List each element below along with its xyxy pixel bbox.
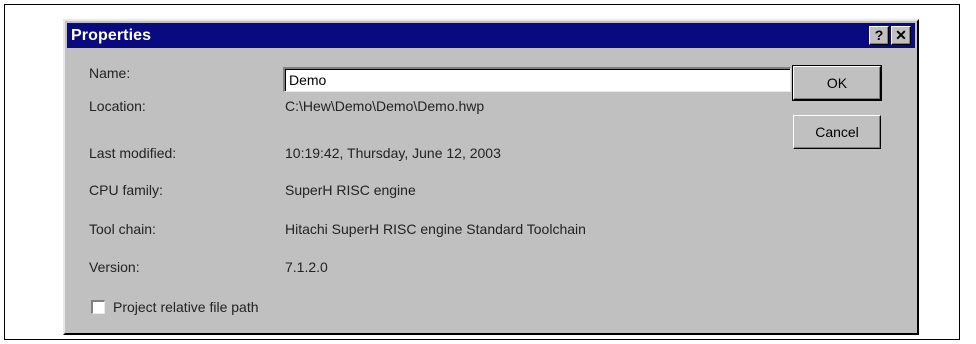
last-modified-value: 10:19:42, Thursday, June 12, 2003 (285, 145, 501, 161)
tool-chain-value: Hitachi SuperH RISC engine Standard Tool… (285, 221, 586, 237)
ok-button[interactable]: OK (792, 65, 882, 101)
properties-dialog: Properties ? ✕ Name: Location: C:\Hew\De… (63, 19, 919, 335)
dialog-title: Properties (71, 27, 152, 44)
help-button[interactable]: ? (869, 26, 889, 45)
title-bar: Properties ? ✕ (67, 23, 915, 48)
relative-path-checkbox[interactable] (91, 300, 105, 314)
cpu-family-value: SuperH RISC engine (285, 182, 416, 198)
version-label: Version: (89, 259, 140, 275)
name-input[interactable] (283, 67, 791, 92)
cancel-button[interactable]: Cancel (793, 115, 881, 149)
last-modified-label: Last modified: (89, 145, 177, 161)
close-icon: ✕ (895, 27, 907, 43)
version-value: 7.1.2.0 (285, 259, 328, 275)
relative-path-label: Project relative file path (113, 299, 259, 315)
tool-chain-label: Tool chain: (89, 221, 156, 237)
name-label: Name: (89, 65, 131, 81)
location-label: Location: (89, 98, 146, 114)
close-button[interactable]: ✕ (891, 26, 911, 45)
cpu-family-label: CPU family: (89, 182, 163, 198)
location-value: C:\Hew\Demo\Demo\Demo.hwp (285, 98, 485, 114)
